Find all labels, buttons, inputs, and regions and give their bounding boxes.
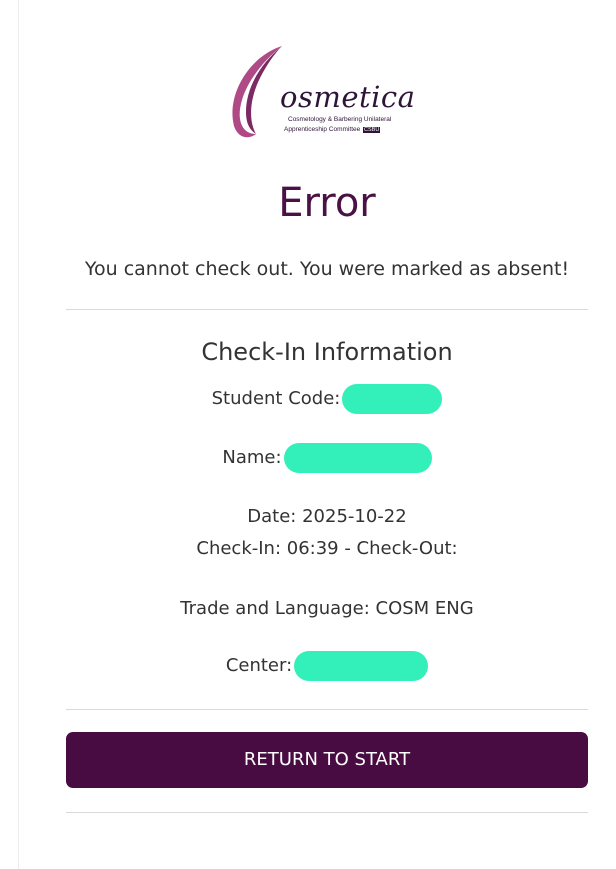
checkin-heading: Check-In Information: [201, 338, 453, 366]
name-row: Name:: [66, 443, 588, 473]
time-line: Check-In: 06:39 - Check-Out:: [196, 538, 458, 559]
page-title: Error: [278, 180, 376, 226]
logo-subtitle-line2: Apprenticeship Committee CSBU: [284, 126, 381, 133]
name-redaction: [283, 443, 432, 473]
left-edge: [0, 0, 19, 869]
checkout-card: osmetica Cosmetology & Barbering Unilate…: [66, 0, 588, 869]
page-frame: osmetica Cosmetology & Barbering Unilate…: [0, 0, 616, 869]
student-code-row: Student Code:: [66, 384, 588, 414]
cosmetica-logo: osmetica Cosmetology & Barbering Unilate…: [220, 42, 434, 146]
center-label: Center:: [225, 655, 293, 676]
error-message: You cannot check out. You were marked as…: [84, 258, 570, 280]
trade-language-line: Trade and Language: COSM ENG: [180, 598, 474, 619]
logo-subtitle-line2-text: Apprenticeship Committee: [284, 126, 361, 133]
logo-wordmark: osmetica: [280, 80, 416, 114]
student-code-label: Student Code:: [211, 388, 341, 409]
divider-bottom: [66, 812, 588, 813]
date-line: Date: 2025-10-22: [247, 506, 407, 527]
center-row: Center:: [66, 651, 588, 681]
logo-badge: CSBU: [363, 127, 381, 133]
student-code-redaction: [342, 384, 443, 414]
center-redaction: [294, 651, 429, 681]
name-label: Name:: [222, 447, 282, 468]
logo-subtitle-line1: Cosmetology & Barbering Unilateral: [288, 116, 392, 123]
return-to-start-button[interactable]: RETURN TO START: [66, 732, 588, 788]
divider-top: [66, 309, 588, 310]
divider-middle: [66, 709, 588, 710]
